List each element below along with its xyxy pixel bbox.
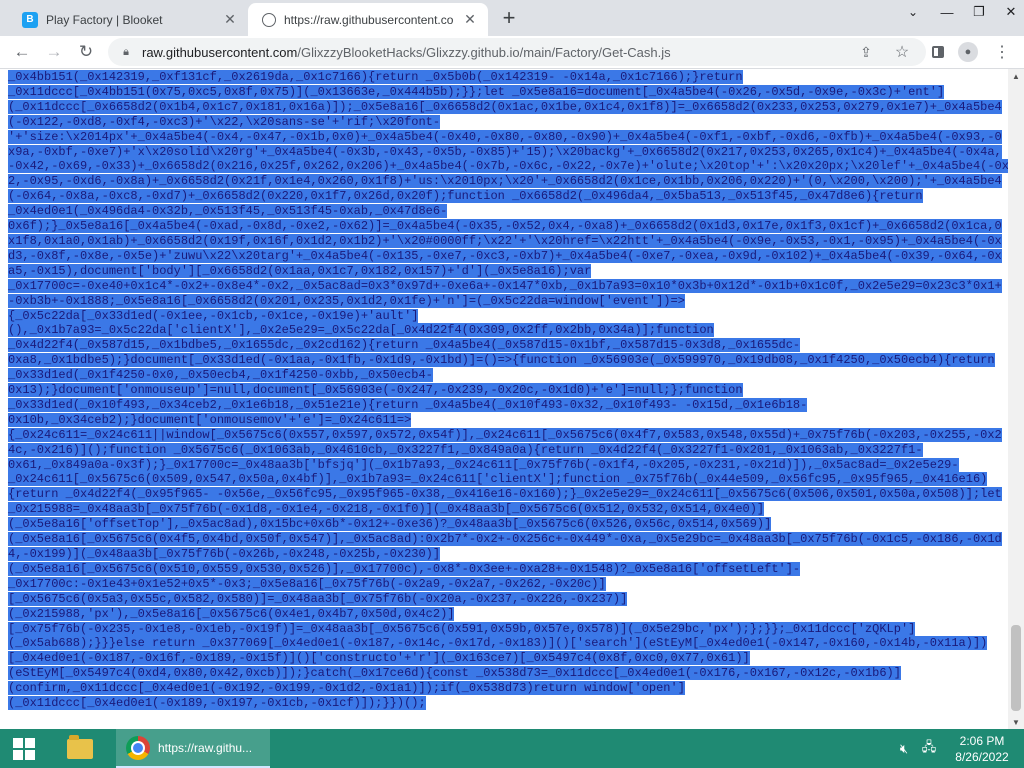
code-line: (_0x215988,'px'),_0x5e8a16[_0x5675c6(0x4… (8, 606, 455, 621)
clock-time: 2:06 PM (959, 734, 1005, 748)
globe-icon (262, 12, 276, 27)
vertical-scrollbar[interactable]: ▲ ▼ (1008, 69, 1024, 729)
code-line: (_0x5ab688);}}}else return _0x377069[_0x… (8, 636, 988, 651)
tab-title: Play Factory | Blooket (46, 12, 163, 27)
scroll-thumb[interactable] (1011, 625, 1021, 711)
code-line: _0x17700c:-0x1e43+0x1e52+0x5*-0x3;_0x5e8… (8, 576, 606, 591)
code-line: 0xa8,_0x1bdbe5);}document[_0x33d1ed(-0x1… (8, 353, 995, 368)
code-line: 0x61,_0x849a0a-0x3f);}_0x17700c=_0x48aa3… (8, 457, 959, 472)
code-line: (-0x122,-0xd8,-0xf4,-0xc3)+'\x22,\x20san… (8, 114, 441, 129)
windows-logo-icon (13, 737, 35, 760)
new-tab-button[interactable]: + (496, 5, 522, 30)
code-line: _0x17700c=-0xe40+0x1c4*-0x2+-0x8e4*-0x2,… (8, 278, 1002, 293)
code-line: 0x6f);}_0x5e8a16[_0x4a5be4(-0xad,-0x8d,-… (8, 219, 1002, 234)
code-line: (eStEyM[_0x5497c4(0xd4,0x80,0x42,0xcb)])… (8, 666, 901, 681)
clock-date: 8/26/2022 (955, 750, 1009, 764)
forward-arrow-icon[interactable]: → (40, 38, 68, 66)
chrome-icon (126, 735, 150, 760)
code-line: 2,-0x95,-0xd6,-0x8a)+_0x6658d2(0x21f,0x1… (8, 174, 1002, 189)
tab-blooket[interactable]: B Play Factory | Blooket ✕ (8, 3, 248, 36)
speaker-muted-icon[interactable]: 🔇︎ (894, 729, 914, 768)
code-line: a5,-0x15),document['body'][_0x6658d2(0x1… (8, 263, 592, 278)
code-line: x9a,-0xbf,-0xe7)+'x\x20solid\x20rg'+_0x4… (8, 144, 1002, 159)
code-line: [_0x75f76b(-0x235,-0x1e8,-0x1eb,-0x19f)]… (8, 621, 916, 636)
tab-raw-github[interactable]: https://raw.githubusercontent.co ✕ (248, 3, 488, 36)
browser-window: B Play Factory | Blooket ✕ https://raw.g… (0, 0, 1024, 768)
code-line: 4,-0x199)](_0x48aa3b[_0x75f76b(-0x26b,-0… (8, 547, 441, 561)
code-line: (_0x5e8a16[_0x5675c6(0x4f5,0x4bd,0x50f,0… (8, 532, 1002, 547)
code-line: d3,-0x8f,-0x8e,-0x5e)+'zuwu\x22\x20targ'… (8, 248, 1002, 263)
code-line: {_0x24c611=_0x24c611||window[_0x5675c6(0… (8, 427, 1002, 442)
scroll-down-arrow-icon[interactable]: ▼ (1008, 715, 1024, 729)
close-window-button[interactable]: ✕ (994, 0, 1024, 24)
code-line: 0x13);}document['onmouseup']=null,docume… (8, 383, 743, 398)
code-line: x1f8,0x1a0,0x1ab)+_0x6658d2(0x19f,0x16f,… (8, 233, 1002, 248)
code-line: (_0x11dccc[_0x4ed0e1(-0x189,-0x197,-0x1c… (8, 696, 426, 711)
folder-icon (67, 734, 93, 759)
taskbar: https://raw.githu... 🔇︎ 🖧 2:06 PM 8/26/2… (0, 729, 1024, 768)
code-line: [_0x4ed0e1(-0x187,-0x16f,-0x189,-0x15f)]… (8, 651, 750, 666)
url-host: raw.githubusercontent.com (142, 44, 298, 60)
code-line: [_0x5675c6(0x5a3,0x55c,0x582,0x580)]=_0x… (8, 591, 628, 606)
network-icon[interactable]: 🖧 (918, 729, 940, 768)
minimize-button[interactable]: — (930, 0, 964, 24)
code-line: _0x4ed0e1(_0x496da4-0x32b,_0x513f45,_0x5… (8, 204, 448, 219)
code-line: (_0x5e8a16[_0x5675c6(0x510,0x559,0x530,0… (8, 561, 801, 576)
start-button[interactable] (0, 729, 48, 768)
code-line: _0x33d1ed(_0x1f4250-0x0,_0x50ecb4,_0x1f4… (8, 368, 433, 383)
browser-toolbar: ← → ↻ 🔒︎ raw.githubusercontent.com/Glixz… (0, 36, 1024, 69)
tab-strip: B Play Factory | Blooket ✕ https://raw.g… (0, 0, 1024, 36)
chrome-taskbar-button[interactable]: https://raw.githu... (116, 729, 270, 768)
code-line: 4c,-0x216)]();function _0x5675c6(_0x1063… (8, 442, 923, 457)
url-path: /GlixzzyBlooketHacks/Glixzzy.github.io/m… (297, 44, 671, 60)
close-tab-icon[interactable]: ✕ (462, 11, 478, 28)
file-explorer-button[interactable] (56, 729, 104, 768)
url-text[interactable]: raw.githubusercontent.com/GlixzzyBlooket… (142, 45, 671, 60)
bookmark-star-icon[interactable]: ☆ (890, 40, 914, 64)
code-view[interactable]: _0x4bb151(_0x142319,_0xf131cf,_0x2619da,… (8, 70, 1017, 711)
restore-button[interactable]: ❐ (962, 0, 996, 24)
code-line: {return _0x4d22f4(_0x95f965- -0x56e,_0x5… (8, 487, 1002, 502)
code-line: _0x215988=_0x48aa3b[_0x75f76b(-0x1d8,-0x… (8, 502, 765, 517)
code-line: (),_0x1b7a93=_0x5c22da['clientX'],_0x2e5… (8, 323, 714, 338)
code-line: -0x42,-0x69,-0x33)+_0x6658d2(0x216,0x25f… (8, 159, 1017, 174)
code-line: 0x10b,_0x34ceb2);}document['onmousemov'+… (8, 412, 412, 427)
code-line: (_0x11dccc[_0x6658d2(0x1b4,0x1c7,0x181,0… (8, 99, 1002, 114)
code-line: {_0x5c22da[_0x33d1ed(-0x1ee,-0x1cb,-0x1c… (8, 308, 419, 323)
back-arrow-icon[interactable]: ← (8, 38, 36, 66)
code-line: -0xb3b+-0x1888;_0x5e8a16[_0x6658d2(0x201… (8, 293, 685, 308)
code-line: _0x11dccc[_0x4bb151(0x75,0xc5,0x8f,0x75)… (8, 84, 945, 99)
lock-icon[interactable]: 🔒︎ (120, 46, 132, 58)
code-line: (_0x5e8a16['offsetTop'],_0x5ac8ad),0x15b… (8, 517, 772, 532)
code-line: (confirm,_0x11dccc[_0x4ed0e1(-0x192,-0x1… (8, 681, 685, 696)
chrome-taskbar-label: https://raw.githu... (158, 740, 253, 755)
share-icon[interactable]: ⇪ (854, 40, 878, 64)
scroll-up-arrow-icon[interactable]: ▲ (1008, 69, 1024, 83)
address-bar[interactable]: 🔒︎ raw.githubusercontent.com/GlixzzyBloo… (108, 38, 926, 66)
code-line: _0x33d1ed(_0x10f493,_0x34ceb2,_0x1e6b18,… (8, 397, 808, 412)
page-content: _0x4bb151(_0x142319,_0xf131cf,_0x2619da,… (0, 69, 1024, 729)
blooket-icon: B (22, 11, 38, 28)
tab-search-icon[interactable]: ⌄ (896, 0, 930, 24)
code-line: _0x24c611[_0x5675c6(0x509,0x547,0x50a,0x… (8, 472, 988, 487)
close-tab-icon[interactable]: ✕ (222, 11, 238, 28)
code-line: _0x4d22f4(_0x587d15,_0x1bdbe5,_0x1655dc,… (8, 338, 801, 353)
code-line: '+'size:\x2014px'+_0x4a5be4(-0x4,-0x47,-… (8, 129, 1002, 144)
code-line: (-0x64,-0x8a,-0xc8,-0xd7)+_0x6658d2(0x22… (8, 189, 923, 204)
tab-title: https://raw.githubusercontent.co (284, 12, 454, 27)
system-clock[interactable]: 2:06 PM 8/26/2022 (946, 733, 1018, 765)
reload-icon[interactable]: ↻ (72, 38, 100, 66)
side-panel-icon[interactable] (926, 40, 950, 64)
menu-kebab-icon[interactable]: ⋮ (990, 40, 1014, 64)
profile-avatar-icon[interactable]: ● (956, 40, 980, 64)
code-line: _0x4bb151(_0x142319,_0xf131cf,_0x2619da,… (8, 70, 743, 84)
